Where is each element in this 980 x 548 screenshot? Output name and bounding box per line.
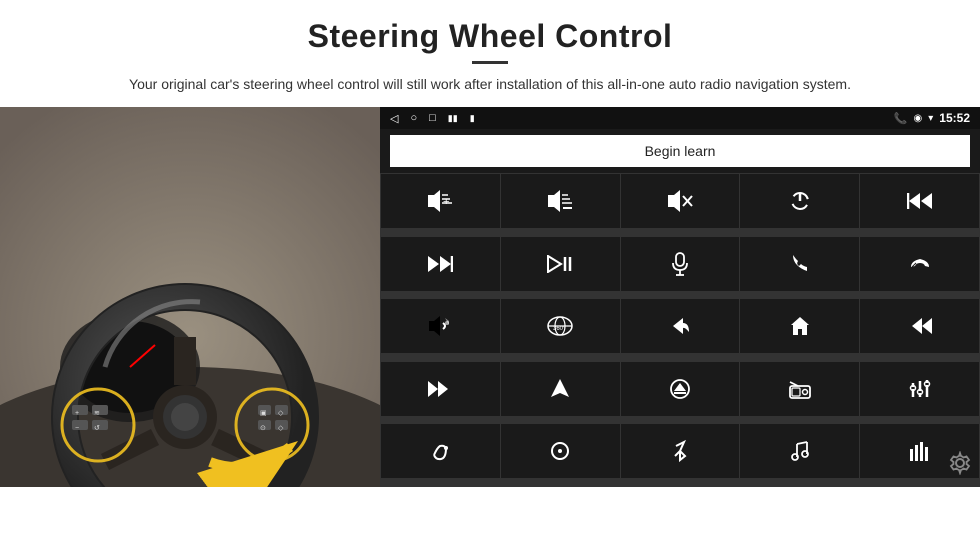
status-bar-right: 📞 ◉ ▾ 15:52 [894, 111, 970, 125]
svg-text:360°: 360° [553, 326, 566, 332]
svg-text:⊙: ⊙ [260, 425, 266, 432]
page-title: Steering Wheel Control [60, 18, 920, 55]
status-bar: ◁ ○ □ ▮▮ ▮ 📞 ◉ ▾ 15:52 [380, 107, 980, 129]
vol-up-button[interactable]: + [381, 174, 500, 228]
svg-text:↺: ↺ [94, 425, 100, 432]
mic2-button[interactable] [381, 424, 500, 478]
time-display: 15:52 [939, 111, 970, 125]
circle-button[interactable] [501, 424, 620, 478]
mic-button[interactable] [621, 237, 740, 291]
svg-text:◇: ◇ [278, 410, 284, 417]
play-pause-button[interactable] [501, 237, 620, 291]
begin-learn-button[interactable]: Begin learn [390, 135, 970, 167]
phone-call-button[interactable] [740, 237, 859, 291]
svg-text:◇: ◇ [278, 425, 284, 432]
navigate-button[interactable] [501, 362, 620, 416]
svg-text:−: − [75, 425, 79, 432]
vol-down-button[interactable] [501, 174, 620, 228]
header-description: Your original car's steering wheel contr… [110, 74, 870, 95]
svg-text:≋: ≋ [94, 410, 100, 417]
speaker-button[interactable] [381, 299, 500, 353]
home-button[interactable] [740, 299, 859, 353]
location-status-icon: ◉ [914, 113, 923, 124]
equalizer-button[interactable] [860, 362, 979, 416]
begin-learn-row: Begin learn [380, 129, 980, 173]
back-arrow-icon[interactable]: ◁ [390, 112, 398, 125]
wifi-status-icon: ▾ [928, 113, 933, 124]
rewind-button[interactable] [860, 299, 979, 353]
360-button[interactable]: 360° [501, 299, 620, 353]
back-button[interactable] [621, 299, 740, 353]
svg-text:+: + [443, 196, 449, 208]
end-call-button[interactable] [860, 237, 979, 291]
bluetooth-button[interactable] [621, 424, 740, 478]
steering-wheel-image: + ≋ − ↺ ▣ ◇ ⊙ ◇ [0, 107, 380, 487]
battery-small-icon: ▮ [470, 113, 475, 124]
radio-button[interactable] [740, 362, 859, 416]
mute-button[interactable] [621, 174, 740, 228]
title-divider [472, 61, 508, 64]
phone-status-icon: 📞 [894, 112, 908, 125]
next-track-button[interactable] [381, 237, 500, 291]
content-area: + ≋ − ↺ ▣ ◇ ⊙ ◇ [0, 107, 980, 487]
prev-track-button[interactable] [860, 174, 979, 228]
header: Steering Wheel Control Your original car… [0, 0, 980, 103]
recents-icon[interactable]: □ [429, 112, 436, 124]
settings-gear-icon[interactable] [948, 451, 972, 481]
svg-text:+: + [75, 410, 79, 417]
svg-text:▣: ▣ [260, 410, 267, 417]
controls-grid: + [380, 173, 980, 487]
status-bar-left: ◁ ○ □ ▮▮ ▮ [390, 112, 475, 125]
fast-forward-button[interactable] [381, 362, 500, 416]
android-panel: ◁ ○ □ ▮▮ ▮ 📞 ◉ ▾ 15:52 Begin learn [380, 107, 980, 487]
signal-bars-icon: ▮▮ [448, 113, 458, 124]
home-circle-icon[interactable]: ○ [410, 112, 417, 124]
power-button[interactable] [740, 174, 859, 228]
eject-button[interactable] [621, 362, 740, 416]
music-button[interactable] [740, 424, 859, 478]
